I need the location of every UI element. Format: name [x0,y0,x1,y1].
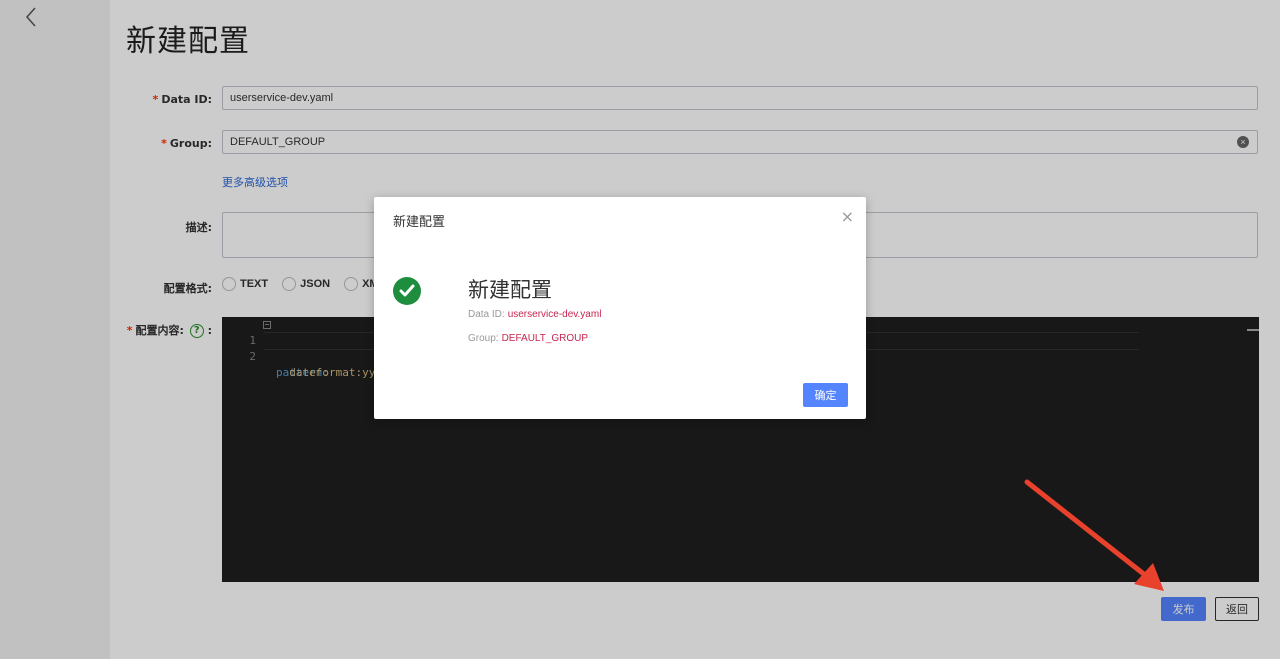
ok-button[interactable]: 确定 [803,383,848,407]
message-data-id-value: userservice-dev.yaml [507,309,602,320]
close-icon[interactable]: × [841,209,854,225]
message-title: 新建配置 [468,278,552,302]
message-group-value: DEFAULT_GROUP [501,333,589,344]
message-group-label: Group: [468,333,499,344]
success-dialog: 新建配置 × 新建配置 Data ID: userservice-dev.yaml… [374,197,866,419]
message-data-id: Data ID: userservice-dev.yaml [468,309,601,320]
message-group: Group: DEFAULT_GROUP [468,333,588,344]
check-circle-icon [393,277,421,305]
message-data-id-label: Data ID: [468,309,505,320]
dialog-title: 新建配置 [393,215,446,230]
